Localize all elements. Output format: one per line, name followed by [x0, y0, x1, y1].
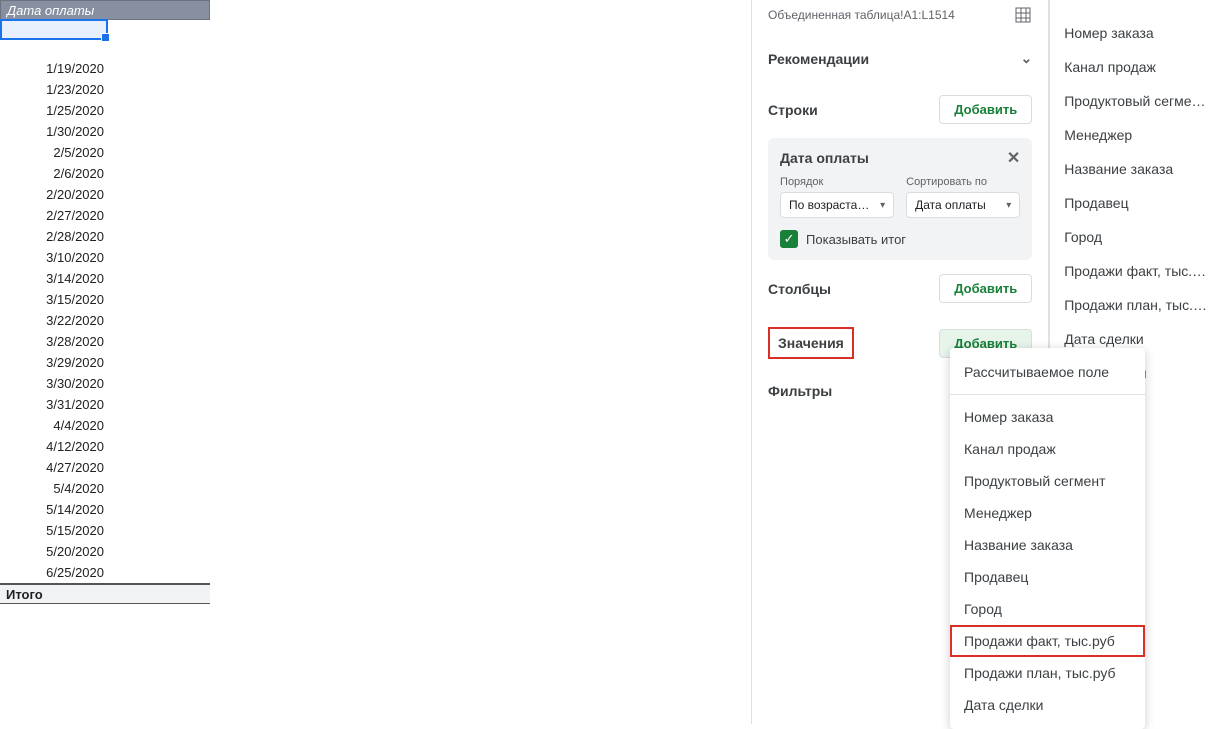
popup-item[interactable]: Город [950, 593, 1145, 625]
table-row[interactable]: 2/20/2020 [0, 184, 108, 205]
caret-down-icon: ▾ [1006, 200, 1011, 211]
table-row[interactable]: 4/4/2020 [0, 415, 108, 436]
popup-item[interactable]: Продуктовый сегмент [950, 465, 1145, 497]
table-row[interactable]: 4/12/2020 [0, 436, 108, 457]
field-list-item[interactable]: Название заказа [1050, 152, 1221, 186]
table-row[interactable]: 5/4/2020 [0, 478, 108, 499]
close-icon[interactable]: ✕ [1007, 148, 1020, 168]
popup-item[interactable]: Менеджер [950, 497, 1145, 529]
table-row[interactable]: 3/28/2020 [0, 331, 108, 352]
field-list-item[interactable]: Продажи план, тыс.… [1050, 288, 1221, 322]
pivot-total-row[interactable]: Итого [0, 583, 210, 604]
table-row[interactable]: 1/30/2020 [0, 121, 108, 142]
popup-item[interactable]: Продавец [950, 561, 1145, 593]
table-row[interactable]: 3/31/2020 [0, 394, 108, 415]
table-row[interactable]: 3/14/2020 [0, 268, 108, 289]
caret-down-icon: ▾ [880, 200, 885, 211]
filters-section-label: Фильтры [768, 383, 832, 399]
order-label: Порядок [780, 176, 894, 188]
field-list-item[interactable]: Продавец [1050, 186, 1221, 220]
table-row[interactable]: 3/29/2020 [0, 352, 108, 373]
order-select[interactable]: По возраста… ▾ [780, 192, 894, 218]
show-total-checkbox[interactable]: ✓ [780, 230, 798, 248]
row-field-card: Дата оплаты ✕ Порядок По возраста… ▾ Сор… [768, 138, 1032, 260]
table-row[interactable]: 3/15/2020 [0, 289, 108, 310]
data-range-label: Объединенная таблица!A1:L1514 [768, 8, 955, 22]
table-row[interactable]: 4/27/2020 [0, 457, 108, 478]
columns-section-label: Столбцы [768, 281, 831, 297]
spreadsheet-area: Дата оплаты 1/19/20201/23/20201/25/20201… [0, 0, 752, 724]
field-list-item[interactable]: Канал продаж [1050, 50, 1221, 84]
active-cell[interactable] [0, 19, 108, 40]
popup-separator [950, 394, 1145, 395]
table-row[interactable]: 3/10/2020 [0, 247, 108, 268]
popup-item[interactable]: Продажи план, тыс.руб [950, 657, 1145, 689]
field-list-item[interactable]: Продуктовый сегме… [1050, 84, 1221, 118]
order-value: По возраста… [789, 198, 869, 212]
table-row[interactable]: 6/25/2020 [0, 562, 108, 583]
table-row[interactable]: 5/14/2020 [0, 499, 108, 520]
pivot-rows: 1/19/20201/23/20201/25/20201/30/20202/5/… [0, 58, 210, 583]
table-row[interactable]: 1/25/2020 [0, 100, 108, 121]
field-list-item[interactable]: Номер заказа [1050, 16, 1221, 50]
table-row[interactable]: 3/22/2020 [0, 310, 108, 331]
table-row[interactable]: 5/20/2020 [0, 541, 108, 562]
popup-item[interactable]: Номер заказа [950, 401, 1145, 433]
popup-item[interactable]: Канал продаж [950, 433, 1145, 465]
chevron-down-icon: ⌄ [1020, 50, 1032, 67]
select-range-icon[interactable] [1014, 6, 1032, 24]
pivot-header-cell[interactable]: Дата оплаты [0, 0, 210, 20]
sort-label: Сортировать по [906, 176, 1020, 188]
table-row[interactable]: 2/6/2020 [0, 163, 108, 184]
total-label: Итого [6, 587, 43, 602]
values-section-label: Значения [778, 335, 844, 351]
popup-item[interactable]: Дата сделки [950, 689, 1145, 721]
table-row[interactable]: 3/30/2020 [0, 373, 108, 394]
sort-value: Дата оплаты [915, 198, 986, 212]
table-row[interactable]: 1/23/2020 [0, 79, 108, 100]
add-column-button[interactable]: Добавить [939, 274, 1032, 303]
table-row[interactable]: 2/27/2020 [0, 205, 108, 226]
field-list-item[interactable]: Город [1050, 220, 1221, 254]
popup-item-calc[interactable]: Рассчитываемое поле [950, 356, 1145, 388]
table-row[interactable]: 5/15/2020 [0, 520, 108, 541]
table-row[interactable]: 1/19/2020 [0, 58, 108, 79]
field-list-item[interactable]: Продажи факт, тыс.… [1050, 254, 1221, 288]
show-total-label: Показывать итог [806, 232, 906, 247]
table-row[interactable]: 2/5/2020 [0, 142, 108, 163]
recommendations-label: Рекомендации [768, 51, 869, 67]
sort-select[interactable]: Дата оплаты ▾ [906, 192, 1020, 218]
recommendations-toggle[interactable]: Рекомендации ⌄ [768, 36, 1032, 81]
column-header-label: Дата оплаты [7, 3, 94, 18]
rows-section-label: Строки [768, 102, 818, 118]
table-row[interactable]: 2/28/2020 [0, 226, 108, 247]
field-list-item[interactable]: Менеджер [1050, 118, 1221, 152]
popup-item[interactable]: Название заказа [950, 529, 1145, 561]
add-value-popup: Рассчитываемое поле Номер заказаКанал про… [950, 348, 1145, 729]
field-card-title: Дата оплаты [780, 150, 869, 166]
popup-item[interactable]: Продажи факт, тыс.руб [950, 625, 1145, 657]
add-row-button[interactable]: Добавить [939, 95, 1032, 124]
